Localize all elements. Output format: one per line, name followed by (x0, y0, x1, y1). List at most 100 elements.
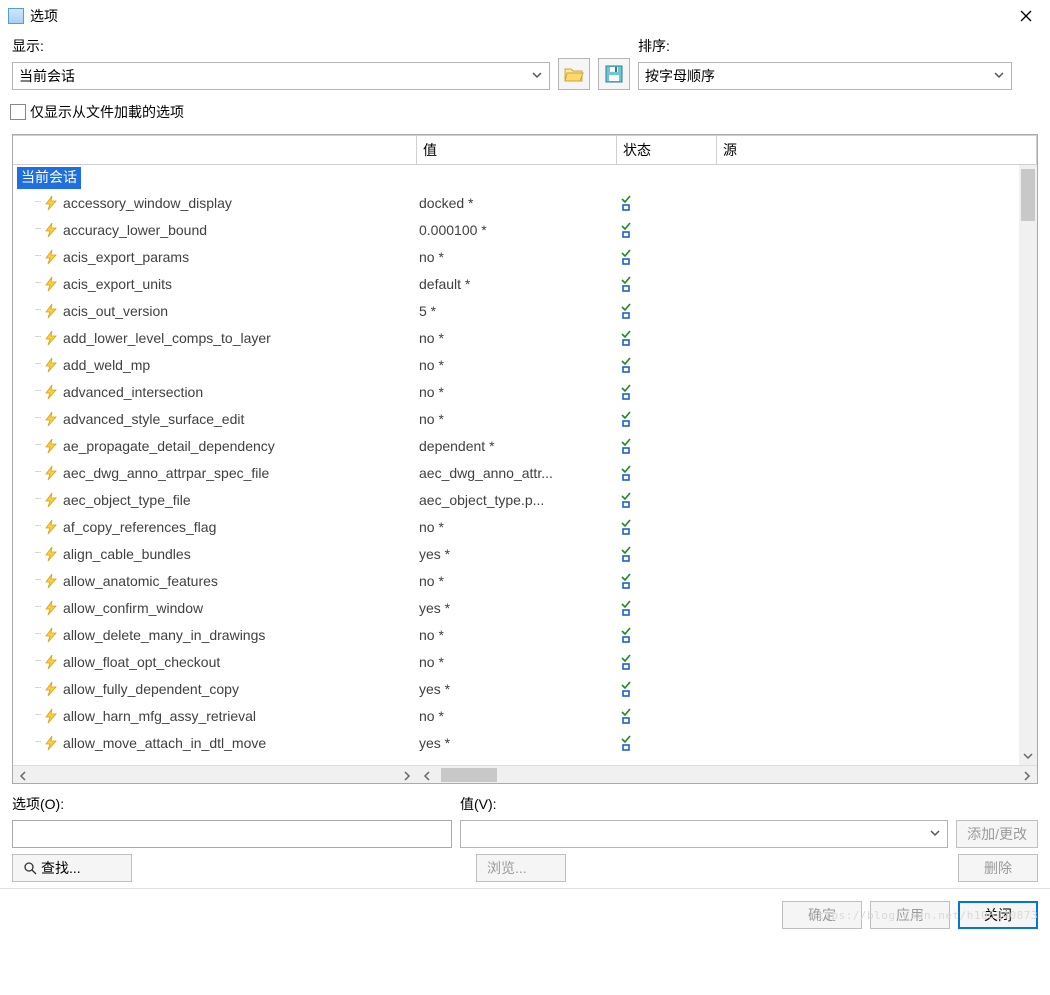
scroll-thumb[interactable] (441, 768, 497, 782)
table-row[interactable]: ┈allow_float_opt_checkoutno * (13, 648, 1037, 675)
only-file-loaded-label: 仅显示从文件加載的选项 (30, 102, 184, 122)
col-name-header[interactable] (13, 135, 417, 165)
option-name: aec_object_type_file (63, 492, 191, 508)
option-name: af_copy_references_flag (63, 519, 216, 535)
option-value: dependent * (417, 438, 617, 454)
display-select[interactable]: 当前会话 (12, 62, 550, 90)
table-row[interactable]: ┈accuracy_lower_bound0.000100 * (13, 216, 1037, 243)
status-icon (619, 222, 633, 238)
status-icon (619, 546, 633, 562)
sort-select-value: 按字母顺序 (645, 66, 715, 86)
table-row[interactable]: ┈allow_confirm_windowyes * (13, 594, 1037, 621)
scroll-down-icon[interactable] (1022, 749, 1034, 761)
status-icon (619, 492, 633, 508)
table-row[interactable]: ┈add_weld_mpno * (13, 351, 1037, 378)
browse-button: 浏览... (476, 854, 566, 882)
table-row[interactable]: ┈allow_harn_mfg_assy_retrievalno * (13, 702, 1037, 729)
option-name: allow_move_attach_in_dtl_move (63, 735, 266, 751)
option-name: ae_propagate_detail_dependency (63, 438, 275, 454)
table-row[interactable]: ┈add_lower_level_comps_to_layerno * (13, 324, 1037, 351)
find-button[interactable]: 查找... (12, 854, 132, 882)
option-name: advanced_style_surface_edit (63, 411, 244, 427)
option-name: acis_export_params (63, 249, 189, 265)
only-file-loaded-checkbox[interactable] (10, 104, 26, 120)
scroll-left-icon[interactable] (421, 769, 433, 781)
open-file-button[interactable] (558, 58, 590, 90)
chevron-down-icon (993, 68, 1005, 84)
scroll-thumb[interactable] (1021, 169, 1035, 221)
table-row[interactable]: ┈acis_export_unitsdefault * (13, 270, 1037, 297)
table-row[interactable]: ┈allow_move_attach_in_dtl_moveyes * (13, 729, 1037, 756)
status-icon (619, 519, 633, 535)
status-icon (619, 249, 633, 265)
close-button[interactable]: 关闭 (958, 901, 1038, 929)
table-row[interactable]: ┈acis_export_paramsno * (13, 243, 1037, 270)
window-icon (8, 8, 24, 24)
status-icon (619, 654, 633, 670)
option-field-label: 选项(O): (12, 794, 452, 816)
status-icon (619, 357, 633, 373)
scroll-left-icon[interactable] (17, 769, 29, 781)
option-name: accuracy_lower_bound (63, 222, 207, 238)
display-label: 显示: (12, 36, 550, 58)
group-tag[interactable]: 当前会话 (17, 167, 81, 189)
value-field-label: 值(V): (460, 794, 948, 816)
apply-button: 应用 (870, 901, 950, 929)
option-value: no * (417, 249, 617, 265)
option-value: default * (417, 276, 617, 292)
table-row[interactable]: ┈aec_dwg_anno_attrpar_spec_fileaec_dwg_a… (13, 459, 1037, 486)
option-value: no * (417, 357, 617, 373)
sort-label: 排序: (638, 36, 1012, 58)
table-row[interactable]: ┈advanced_style_surface_editno * (13, 405, 1037, 432)
scroll-right-icon[interactable] (401, 769, 413, 781)
table-row[interactable]: ┈align_cable_bundlesyes * (13, 540, 1037, 567)
table-row[interactable]: ┈allow_anatomic_featuresno * (13, 567, 1037, 594)
scroll-right-icon[interactable] (1021, 769, 1033, 781)
close-icon[interactable] (1010, 2, 1042, 30)
col-status-header[interactable]: 状态 (617, 135, 717, 165)
table-row[interactable]: ┈allow_delete_many_in_drawingsno * (13, 621, 1037, 648)
table-row[interactable]: ┈advanced_intersectionno * (13, 378, 1037, 405)
option-name: accessory_window_display (63, 195, 232, 211)
save-file-button[interactable] (598, 58, 630, 90)
option-value: yes * (417, 600, 617, 616)
close-label: 关闭 (984, 905, 1012, 925)
status-icon (619, 573, 633, 589)
option-name: advanced_intersection (63, 384, 203, 400)
chevron-down-icon (929, 826, 941, 842)
display-select-value: 当前会话 (19, 66, 75, 86)
window-title: 选项 (30, 6, 58, 26)
table-row[interactable]: ┈acis_out_version5 * (13, 297, 1037, 324)
table-row[interactable]: ┈allow_fully_dependent_copyyes * (13, 675, 1037, 702)
option-name: align_cable_bundles (63, 546, 191, 562)
vertical-scrollbar[interactable] (1019, 165, 1037, 765)
option-value: aec_object_type.p... (417, 492, 617, 508)
titlebar: 选项 (0, 0, 1050, 32)
sort-select[interactable]: 按字母顺序 (638, 62, 1012, 90)
option-name: allow_fully_dependent_copy (63, 681, 239, 697)
option-value: docked * (417, 195, 617, 211)
option-value: no * (417, 330, 617, 346)
option-name: add_lower_level_comps_to_layer (63, 330, 271, 346)
value-select[interactable] (460, 820, 948, 848)
option-value: 0.000100 * (417, 222, 617, 238)
option-name: allow_anatomic_features (63, 573, 218, 589)
option-name: allow_confirm_window (63, 600, 203, 616)
table-row[interactable]: ┈af_copy_references_flagno * (13, 513, 1037, 540)
col-value-header[interactable]: 值 (417, 135, 617, 165)
option-input[interactable] (12, 820, 452, 848)
option-value: aec_dwg_anno_attr... (417, 465, 617, 481)
table-row[interactable]: ┈ae_propagate_detail_dependencydependent… (13, 432, 1037, 459)
col-source-header[interactable]: 源 (717, 135, 1037, 165)
table-row[interactable]: ┈accessory_window_displaydocked * (13, 189, 1037, 216)
table-row[interactable]: ┈aec_object_type_fileaec_object_type.p..… (13, 486, 1037, 513)
status-icon (619, 303, 633, 319)
status-icon (619, 708, 633, 724)
ok-label: 确定 (808, 905, 836, 925)
browse-label: 浏览... (487, 858, 527, 878)
ok-button: 确定 (782, 901, 862, 929)
status-icon (619, 384, 633, 400)
status-icon (619, 330, 633, 346)
option-value: no * (417, 519, 617, 535)
horizontal-scrollbar[interactable] (13, 765, 1037, 783)
